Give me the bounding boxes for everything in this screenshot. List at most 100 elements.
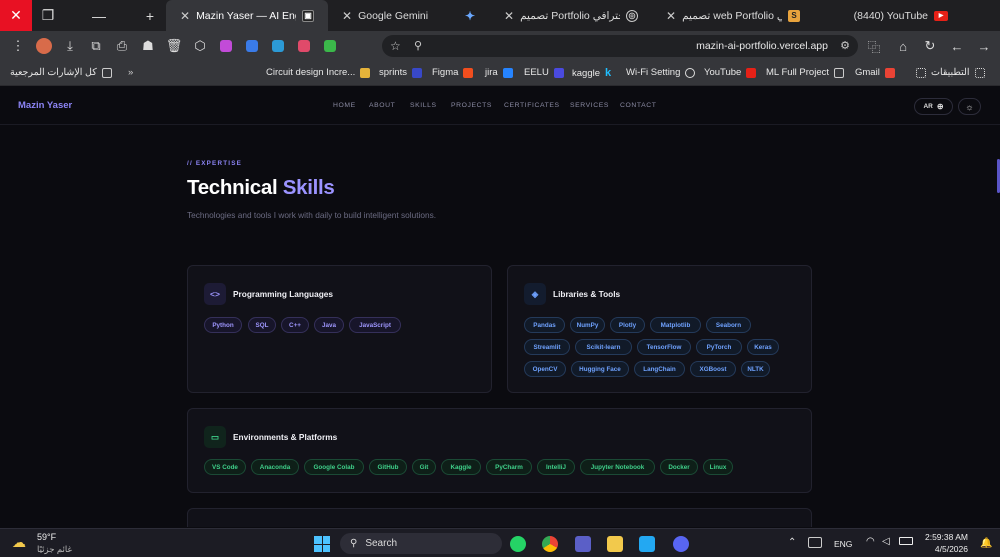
bookmark-label: كل الإشارات المرجعية bbox=[10, 67, 97, 78]
extension-green-icon[interactable] bbox=[318, 34, 342, 58]
bookmark-label: ML Full Project bbox=[766, 67, 829, 78]
nav-certificates[interactable]: CERTIFICATES bbox=[504, 102, 560, 109]
bookmark-all[interactable]: كل الإشارات المرجعية bbox=[10, 67, 112, 78]
minimize-icon[interactable]: — bbox=[64, 0, 134, 31]
gemini-icon: ✦ bbox=[464, 8, 476, 23]
chevron-more-icon[interactable]: » bbox=[128, 67, 133, 78]
tab-portfolio-design[interactable]: ✕ تصميم Portfolio احترافي ◎ bbox=[490, 0, 652, 31]
wifi-icon[interactable]: ◠ bbox=[866, 536, 875, 547]
circuit-icon bbox=[360, 67, 371, 78]
language-toggle[interactable]: AR ⊕ bbox=[914, 98, 953, 115]
nav-contact[interactable]: CONTACT bbox=[620, 102, 657, 109]
robot-icon[interactable]: ☗ bbox=[136, 34, 160, 58]
code-icon: <> bbox=[204, 283, 226, 305]
menu-dots-icon[interactable]: ⋮ bbox=[6, 34, 30, 58]
extension-wave-icon[interactable] bbox=[266, 34, 290, 58]
print-icon[interactable]: ⎙ bbox=[110, 34, 134, 58]
battery-icon[interactable] bbox=[899, 537, 913, 545]
skill-card-environments: ▭ Environments & Platforms VS Code Anaco… bbox=[187, 408, 812, 493]
jira-icon bbox=[502, 67, 513, 78]
title-accent: Skills bbox=[282, 176, 335, 199]
nav-about[interactable]: ABOUT bbox=[369, 102, 395, 109]
volume-icon[interactable]: ◁ bbox=[882, 536, 890, 547]
nav-skills[interactable]: SKILLS bbox=[410, 102, 437, 109]
restore-icon[interactable]: ❐ bbox=[32, 0, 64, 31]
extension-red-icon[interactable] bbox=[292, 34, 316, 58]
bookmark-label: Figma bbox=[432, 67, 459, 78]
address-bar[interactable]: ☆ ⚲ mazin-ai-portfolio.vercel.app ⚙ bbox=[382, 35, 858, 57]
file-explorer-icon[interactable] bbox=[607, 536, 623, 552]
extension-pink-icon[interactable] bbox=[214, 34, 238, 58]
bookmark-apps[interactable]: التطبيقات bbox=[916, 67, 985, 78]
bookmark-circuit[interactable]: Circuit design Incre... bbox=[266, 67, 371, 78]
start-tile bbox=[322, 536, 330, 544]
card-title: Libraries & Tools bbox=[553, 289, 621, 299]
language-indicator[interactable]: ENG bbox=[834, 539, 852, 549]
discord-icon[interactable] bbox=[673, 536, 689, 552]
zoom-icon[interactable]: ⚲ bbox=[414, 39, 422, 52]
bookmark-eelu[interactable]: EELU bbox=[524, 67, 564, 78]
bookmark-youtube[interactable]: YouTube bbox=[704, 67, 757, 78]
tab-close-icon[interactable]: ✕ bbox=[504, 9, 514, 23]
skill-chip: PyTorch bbox=[696, 339, 742, 355]
download-icon[interactable]: ⤓ bbox=[58, 34, 82, 58]
skill-card-next bbox=[187, 508, 812, 527]
clock-time[interactable]: 2:59:38 AM bbox=[920, 532, 968, 542]
window-close-icon[interactable]: ✕ bbox=[0, 0, 32, 31]
bookmark-figma[interactable]: Figma bbox=[432, 67, 474, 78]
forward-icon[interactable]: ← bbox=[945, 34, 969, 58]
chrome-icon[interactable] bbox=[542, 536, 558, 552]
tray-display-icon[interactable] bbox=[808, 537, 822, 548]
nav-services[interactable]: SERVICES bbox=[570, 102, 609, 109]
theme-toggle-sun-icon[interactable]: ☼ bbox=[958, 98, 981, 115]
tab-gemini[interactable]: ✕ Google Gemini ✦ bbox=[328, 0, 490, 31]
skill-chip: Scikit-learn bbox=[575, 339, 632, 355]
skill-chip: Jupyter Notebook bbox=[580, 459, 655, 475]
clock-date[interactable]: 4/5/2026 bbox=[920, 544, 968, 554]
back-icon[interactable]: → bbox=[972, 34, 996, 58]
chevron-up-icon[interactable]: ⌃ bbox=[788, 537, 796, 548]
reload-icon[interactable]: ↻ bbox=[918, 34, 942, 58]
teams-icon[interactable] bbox=[575, 536, 591, 552]
reader-icon[interactable]: ⿻ bbox=[862, 34, 886, 58]
tab-close-icon[interactable]: ✕ bbox=[342, 9, 352, 23]
extensions-icon[interactable]: ⬡ bbox=[188, 34, 212, 58]
tab-web-portfolio[interactable]: ✕ تصميم web Portfolio احترافي S bbox=[652, 0, 814, 31]
bookmark-sprints[interactable]: sprints bbox=[379, 67, 422, 78]
title-main: Technical bbox=[187, 176, 283, 199]
site-settings-icon[interactable]: ⚙ bbox=[840, 39, 850, 52]
extension-blue-icon[interactable] bbox=[240, 34, 264, 58]
bookmark-kaggle[interactable]: kaggle k bbox=[572, 67, 611, 79]
tab-portfolio[interactable]: ✕ Mazin Yaser — AI Engineer ▣ bbox=[166, 0, 328, 31]
weather-desc: غائم جزئيًا bbox=[37, 544, 72, 554]
nav-home[interactable]: HOME bbox=[333, 102, 356, 109]
tab-youtube[interactable]: (8440) YouTube ▶ bbox=[814, 0, 962, 31]
section-subtitle: Technologies and tools I work with daily… bbox=[187, 210, 437, 220]
nav-projects[interactable]: PROJECTS bbox=[451, 102, 492, 109]
bookmark-ml-project[interactable]: ML Full Project bbox=[766, 67, 844, 78]
taskbar-search[interactable]: ⚲ Search bbox=[340, 533, 502, 554]
delete-icon[interactable]: 🗑 bbox=[162, 34, 186, 58]
bookmark-gmail[interactable]: Gmail bbox=[855, 67, 895, 78]
start-tile bbox=[314, 536, 322, 544]
brand-logo[interactable]: Mazin Yaser bbox=[18, 100, 72, 111]
new-tab-icon[interactable]: + bbox=[134, 0, 166, 31]
skill-chip: Pandas bbox=[524, 317, 565, 333]
bookmark-wifi[interactable]: Wi-Fi Setting bbox=[626, 67, 696, 78]
skill-chip: TensorFlow bbox=[637, 339, 691, 355]
tab-close-icon[interactable]: ✕ bbox=[666, 9, 676, 23]
skill-chip: Seaborn bbox=[706, 317, 751, 333]
screenshot-icon[interactable]: ⧉ bbox=[84, 34, 108, 58]
home-icon[interactable]: ⌂ bbox=[891, 34, 915, 58]
whatsapp-icon[interactable] bbox=[510, 536, 526, 552]
bookmark-jira[interactable]: jira bbox=[485, 67, 513, 78]
apps-grid-icon bbox=[974, 67, 985, 78]
vscode-icon[interactable] bbox=[639, 536, 655, 552]
skill-chip: IntelliJ bbox=[537, 459, 575, 475]
chatgpt-icon: ◎ bbox=[626, 9, 638, 22]
tab-close-icon[interactable]: ✕ bbox=[180, 9, 190, 23]
bookmark-star-icon[interactable]: ☆ bbox=[390, 39, 401, 53]
windows-start-icon[interactable] bbox=[314, 536, 330, 552]
profile-avatar-icon[interactable] bbox=[32, 34, 56, 58]
notification-bell-icon[interactable]: 🔔 bbox=[980, 538, 992, 549]
